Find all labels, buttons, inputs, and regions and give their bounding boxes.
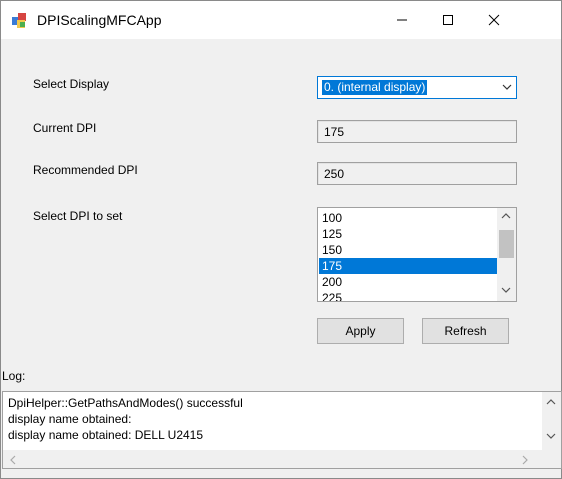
dpi-option[interactable]: 225 (319, 290, 498, 301)
scroll-right-icon[interactable] (521, 455, 529, 465)
dpi-option[interactable]: 200 (319, 274, 498, 290)
scroll-left-icon[interactable] (9, 455, 17, 465)
dpi-listbox[interactable]: 100 125 150 175 200 225 (317, 207, 517, 302)
log-textbox[interactable]: DpiHelper::GetPathsAndModes() successful… (2, 391, 562, 469)
log-horizontal-scrollbar[interactable] (3, 450, 542, 468)
apply-button[interactable]: Apply (317, 318, 404, 344)
chevron-down-icon (502, 84, 512, 90)
dpi-option[interactable]: 150 (319, 242, 498, 258)
display-select[interactable]: 0. (internal display) (317, 76, 517, 99)
app-window: DPIScalingMFCApp Select Display 0. (inte… (0, 0, 562, 479)
minimize-icon (397, 19, 407, 21)
recommended-dpi-field: 250 (317, 162, 517, 185)
maximize-button[interactable] (425, 1, 471, 39)
log-vertical-scrollbar[interactable] (542, 392, 561, 450)
log-line: display name obtained: (8, 412, 132, 426)
maximize-icon (443, 15, 453, 25)
log-line: DpiHelper::GetPathsAndModes() successful (8, 396, 243, 410)
refresh-button[interactable]: Refresh (422, 318, 509, 344)
select-display-label: Select Display (33, 77, 110, 91)
scroll-down-icon[interactable] (501, 286, 511, 294)
minimize-button[interactable] (379, 1, 425, 39)
select-dpi-label: Select DPI to set (33, 209, 123, 223)
dpi-list-scrollbar[interactable] (497, 208, 516, 301)
current-dpi-label: Current DPI (33, 121, 97, 135)
recommended-dpi-value: 250 (324, 167, 345, 181)
log-line: display name obtained: DELL U2415 (8, 428, 204, 442)
app-icon (12, 13, 26, 28)
close-button[interactable] (471, 1, 517, 39)
current-dpi-field: 175 (317, 120, 517, 143)
dpi-option-selected[interactable]: 175 (319, 258, 498, 274)
scrollbar-corner (542, 450, 561, 468)
scroll-up-icon[interactable] (501, 212, 511, 220)
close-icon (488, 14, 500, 26)
display-select-value: 0. (internal display) (322, 80, 428, 95)
current-dpi-value: 175 (324, 125, 345, 139)
dpi-option[interactable]: 125 (319, 226, 498, 242)
scroll-thumb[interactable] (499, 230, 514, 258)
dpi-option[interactable]: 100 (319, 210, 498, 226)
window-title: DPIScalingMFCApp (37, 12, 162, 28)
scroll-up-icon[interactable] (546, 398, 556, 406)
recommended-dpi-label: Recommended DPI (33, 163, 138, 177)
title-bar[interactable]: DPIScalingMFCApp (1, 1, 561, 39)
log-label: Log: (2, 369, 26, 383)
scroll-down-icon[interactable] (546, 432, 556, 440)
